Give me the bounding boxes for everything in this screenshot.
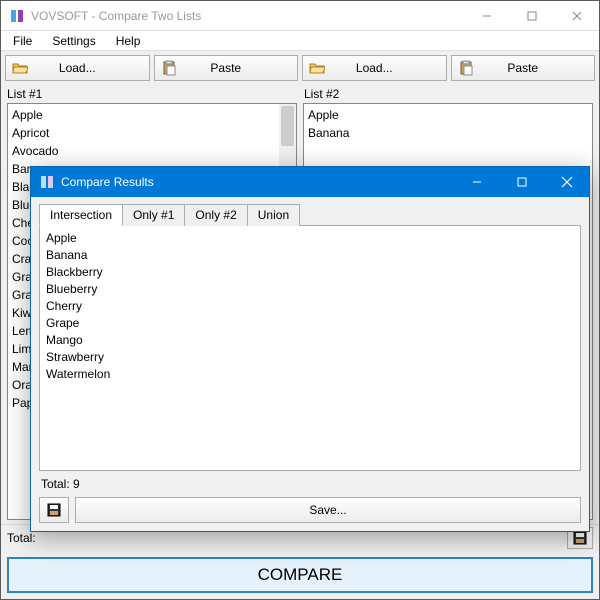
list-item[interactable]: Watermelon: [46, 366, 574, 383]
maximize-button[interactable]: [509, 1, 554, 30]
window-title: VOVSOFT - Compare Two Lists: [31, 9, 464, 23]
results-list[interactable]: AppleBananaBlackberryBlueberryCherryGrap…: [39, 225, 581, 471]
save-icon: [47, 503, 61, 517]
compare-button[interactable]: COMPARE: [7, 557, 593, 593]
list-item[interactable]: Blackberry: [46, 264, 574, 281]
clipboard-icon: [161, 60, 177, 76]
list-item[interactable]: Cherry: [46, 298, 574, 315]
clipboard-icon: [458, 60, 474, 76]
dialog-close-button[interactable]: [544, 167, 589, 197]
dialog-title: Compare Results: [61, 175, 454, 189]
dialog-save-label: Save...: [309, 503, 346, 517]
load-button-2[interactable]: Load...: [302, 55, 447, 81]
load-button-1[interactable]: Load...: [5, 55, 150, 81]
paste-button-1[interactable]: Paste: [154, 55, 299, 81]
menu-help[interactable]: Help: [108, 32, 149, 50]
tab-only1[interactable]: Only #1: [122, 204, 185, 226]
list-item[interactable]: Avocado: [12, 142, 292, 160]
list-item[interactable]: Banana: [308, 124, 588, 142]
load-button-label: Load...: [59, 61, 96, 75]
menu-file[interactable]: File: [5, 32, 40, 50]
tab-intersection[interactable]: Intersection: [39, 204, 123, 226]
toolbar: Load... Paste Load... Paste: [1, 51, 599, 85]
dialog-savebar: Save...: [31, 493, 589, 531]
app-icon: [39, 174, 55, 190]
menu-settings[interactable]: Settings: [44, 32, 103, 50]
close-button[interactable]: [554, 1, 599, 30]
paste-button-label: Paste: [507, 61, 538, 75]
total-label-1: Total:: [7, 531, 36, 545]
list-item[interactable]: Blueberry: [46, 281, 574, 298]
toolbar-left: Load... Paste: [5, 55, 298, 81]
dialog-save-icon-button[interactable]: [39, 497, 69, 523]
titlebar: VOVSOFT - Compare Two Lists: [1, 1, 599, 31]
toolbar-right: Load... Paste: [302, 55, 595, 81]
menubar: File Settings Help: [1, 31, 599, 51]
results-dialog: Compare Results Intersection Only #1 Onl…: [30, 166, 590, 532]
folder-open-icon: [12, 60, 28, 76]
list1-label: List #1: [7, 87, 296, 101]
compare-button-label: COMPARE: [258, 565, 343, 585]
dialog-total: Total: 9: [31, 475, 589, 493]
list-item[interactable]: Apple: [12, 106, 292, 124]
paste-button-2[interactable]: Paste: [451, 55, 596, 81]
dialog-window-controls: [454, 167, 589, 197]
dialog-titlebar: Compare Results: [31, 167, 589, 197]
save-icon: [573, 531, 587, 545]
dialog-save-button[interactable]: Save...: [75, 497, 581, 523]
list-item[interactable]: Banana: [46, 247, 574, 264]
list-item[interactable]: Apricot: [12, 124, 292, 142]
list2-label: List #2: [304, 87, 593, 101]
compare-area: COMPARE: [1, 551, 599, 599]
paste-button-label: Paste: [210, 61, 241, 75]
dialog-tabstrip: Intersection Only #1 Only #2 Union: [31, 197, 589, 225]
list-labels: List #1 List #2: [1, 85, 599, 103]
app-icon: [9, 8, 25, 24]
scrollbar-thumb[interactable]: [281, 106, 294, 146]
list-item[interactable]: Mango: [46, 332, 574, 349]
list-item[interactable]: Strawberry: [46, 349, 574, 366]
minimize-button[interactable]: [464, 1, 509, 30]
list-item[interactable]: Grape: [46, 315, 574, 332]
tab-union[interactable]: Union: [247, 204, 300, 226]
load-button-label: Load...: [356, 61, 393, 75]
tab-only2[interactable]: Only #2: [184, 204, 247, 226]
status-left: Total:: [7, 531, 561, 545]
dialog-minimize-button[interactable]: [454, 167, 499, 197]
dialog-maximize-button[interactable]: [499, 167, 544, 197]
list-item[interactable]: Apple: [308, 106, 588, 124]
folder-open-icon: [309, 60, 325, 76]
list-item[interactable]: Apple: [46, 230, 574, 247]
window-controls: [464, 1, 599, 30]
